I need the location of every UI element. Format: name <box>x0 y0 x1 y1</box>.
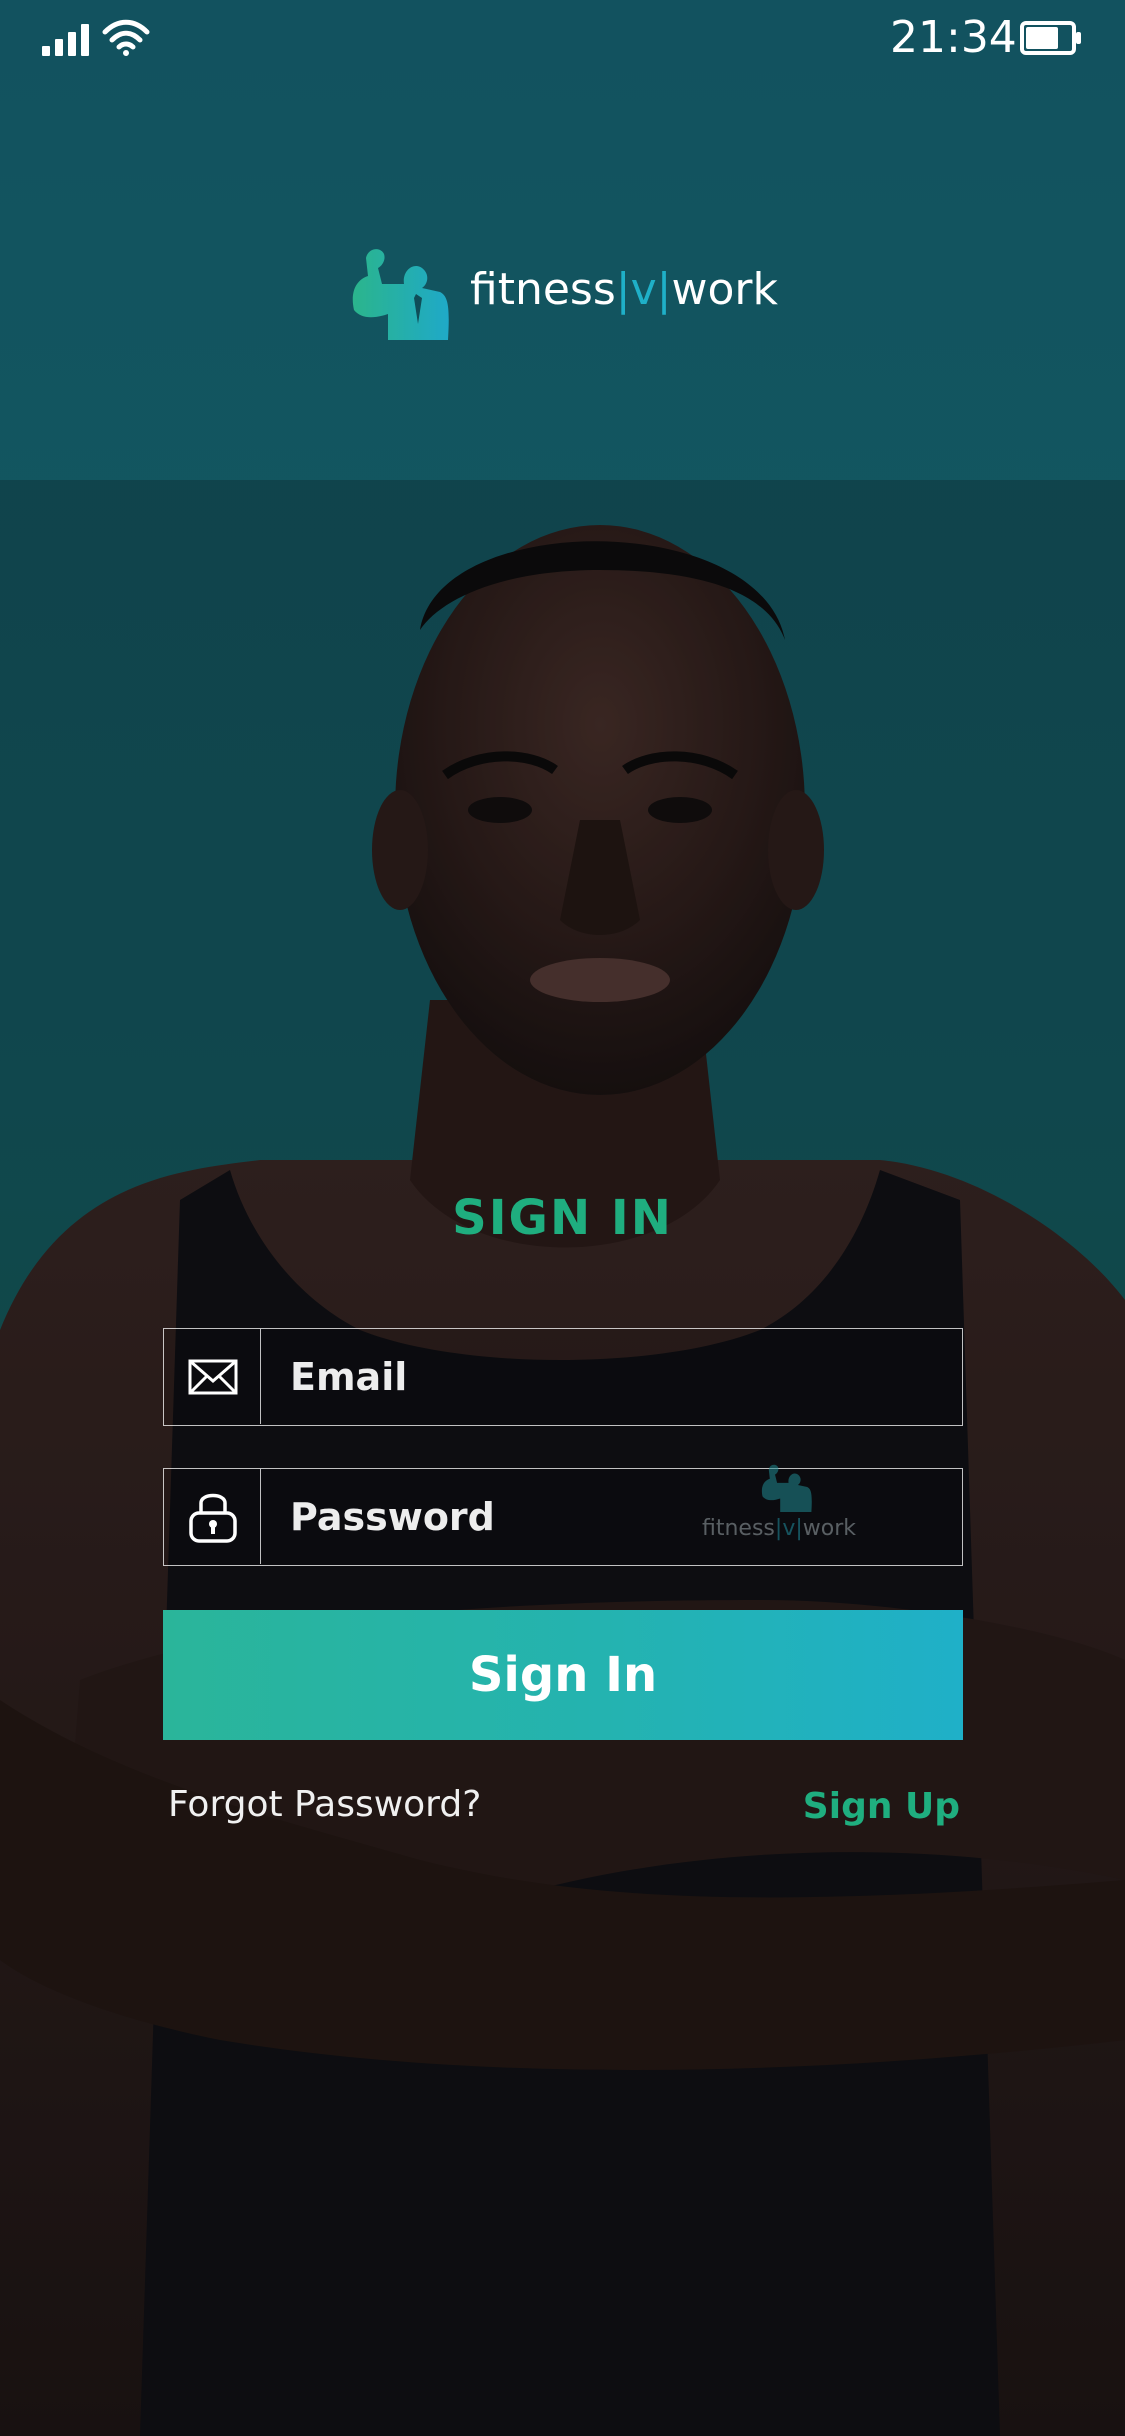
sign-in-heading: SIGN IN <box>452 1190 673 1246</box>
shirt-logo-wordmark: fitness|v|work <box>702 1516 857 1541</box>
status-bar: 21:34 <box>0 0 1125 80</box>
shirt-print-logo: fitness|v|work <box>700 1460 880 1560</box>
cellular-signal-icon <box>42 24 89 56</box>
app-logo: fitness|v|work <box>348 240 788 340</box>
forgot-password-link[interactable]: Forgot Password? <box>168 1784 481 1825</box>
envelope-icon <box>188 1359 238 1395</box>
logo-text-v: v <box>630 264 657 315</box>
athlete-background-image <box>0 480 1125 2436</box>
sign-in-button[interactable]: Sign In <box>163 1610 963 1740</box>
status-time: 21:34 <box>890 12 1017 63</box>
password-icon-cell <box>164 1469 261 1564</box>
email-icon-cell <box>164 1329 261 1424</box>
padlock-icon <box>189 1493 237 1543</box>
flexing-businessman-logo-icon <box>352 249 449 340</box>
sign-up-link[interactable]: Sign Up <box>800 1786 960 1827</box>
email-field[interactable] <box>163 1328 963 1426</box>
logo-text-work: work <box>671 264 778 315</box>
shirt-logo-mark-icon <box>761 1464 812 1512</box>
sign-in-screen: 21:34 fitness|v|work SIGN IN Email fitne… <box>0 0 1125 2436</box>
logo-wordmark: fitness|v|work <box>470 260 778 320</box>
logo-text-fitness: fitness <box>470 264 616 315</box>
email-input[interactable] <box>274 1329 934 1424</box>
logo-separator-left: | <box>615 264 631 315</box>
wifi-icon <box>102 19 150 56</box>
battery-icon <box>1020 21 1081 55</box>
logo-separator-right: | <box>656 264 672 315</box>
